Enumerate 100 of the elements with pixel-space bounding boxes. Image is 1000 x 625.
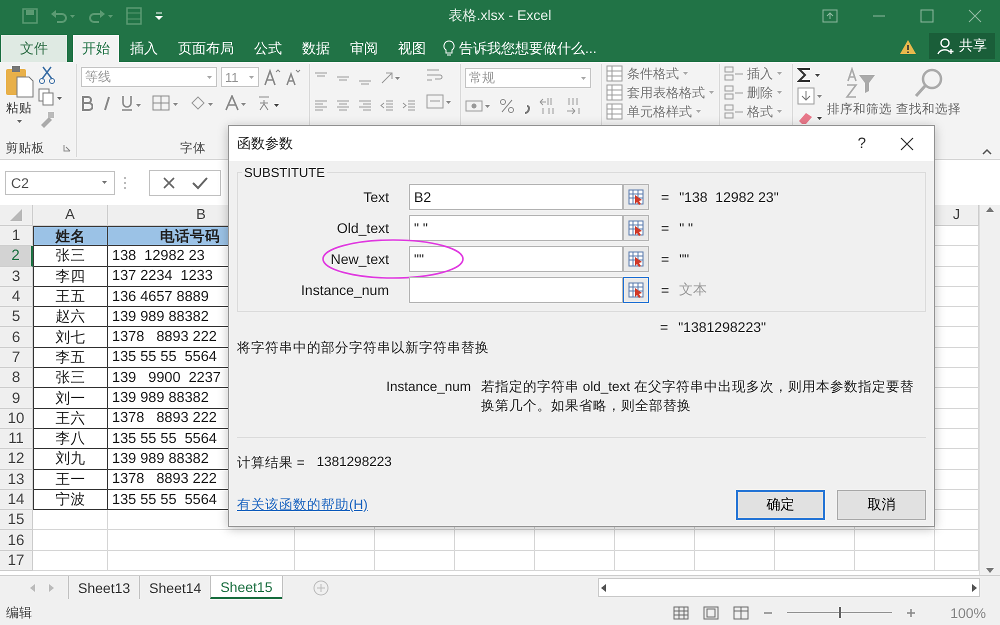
ribbon-display-icon[interactable] <box>822 9 838 23</box>
argument-label: Old_text <box>336 220 390 236</box>
maximize-icon[interactable] <box>920 9 934 23</box>
row-header[interactable]: 4 <box>0 286 33 308</box>
row-header[interactable]: 11 <box>0 428 33 450</box>
row-header[interactable]: 7 <box>0 348 33 368</box>
zoom-thumb[interactable] <box>838 607 841 618</box>
style-command[interactable]: 条件格式 <box>606 64 715 83</box>
row-header[interactable]: 14 <box>0 490 33 510</box>
row-header[interactable]: 6 <box>0 327 33 348</box>
row-header[interactable]: 1 <box>0 226 33 246</box>
collapse-ribbon-icon[interactable] <box>982 148 992 155</box>
row-header[interactable]: 5 <box>0 307 33 328</box>
ribbon-tab[interactable]: 数据 <box>293 35 339 62</box>
currency-icon[interactable] <box>465 98 491 114</box>
increase-indent-icon[interactable] <box>402 99 416 113</box>
row-header[interactable]: 3 <box>0 266 33 287</box>
dialog-button[interactable]: 取消 <box>837 490 926 520</box>
ribbon-tab[interactable]: 页面布局 <box>169 35 243 62</box>
ribbon-tab[interactable]: 开始 <box>73 35 119 62</box>
italic-icon[interactable] <box>102 95 112 111</box>
decrease-indent-icon[interactable] <box>380 99 394 113</box>
tell-me-field[interactable]: 告诉我您想要做什么... <box>459 40 597 58</box>
ribbon-tab[interactable]: 审阅 <box>341 35 387 62</box>
select-all-icon[interactable] <box>9 208 23 222</box>
align-right-icon[interactable] <box>358 99 372 113</box>
grow-font-icon[interactable] <box>263 68 281 86</box>
find-select-button[interactable]: 查找和选择 <box>896 64 961 157</box>
row-header[interactable]: 12 <box>0 449 33 470</box>
warning-icon[interactable] <box>899 39 917 55</box>
ribbon-tab[interactable]: 公式 <box>245 35 291 62</box>
row-header[interactable]: 10 <box>0 408 33 429</box>
cancel-icon[interactable] <box>162 176 176 190</box>
row-header[interactable]: 2 <box>0 246 33 267</box>
ribbon-tab[interactable]: 视图 <box>389 35 435 62</box>
argument-field[interactable]: " " <box>409 215 623 241</box>
row-header[interactable]: 15 <box>0 510 33 530</box>
scroll-right-icon[interactable] <box>969 582 979 592</box>
phonetic-icon[interactable] <box>257 94 281 112</box>
font-color-icon[interactable] <box>224 95 248 111</box>
previous-sheet-icon[interactable] <box>30 584 36 592</box>
undo-icon[interactable] <box>50 8 76 24</box>
align-center-icon[interactable] <box>336 99 350 113</box>
cells-command[interactable]: 插入 <box>724 64 788 83</box>
cells-command[interactable]: 格式 <box>724 102 788 121</box>
percent-icon[interactable] <box>499 98 515 114</box>
close-icon[interactable] <box>900 136 914 150</box>
check-icon[interactable] <box>192 176 208 190</box>
cells-command[interactable]: 删除 <box>724 83 788 102</box>
range-select-button[interactable] <box>623 246 649 272</box>
column-header[interactable]: J <box>935 205 979 226</box>
form-icon[interactable] <box>126 7 142 25</box>
row-header[interactable]: 8 <box>0 368 33 388</box>
ribbon-tab[interactable]: 文件 <box>1 35 67 62</box>
ribbon-tab[interactable]: 插入 <box>121 35 167 62</box>
redo-icon[interactable] <box>88 8 114 24</box>
dialog-button[interactable]: 确定 <box>736 490 825 520</box>
table-cell: 刘九 <box>33 449 108 470</box>
share-button[interactable]: 共享 <box>929 33 995 59</box>
fill-color-icon[interactable] <box>189 95 215 111</box>
bold-icon[interactable] <box>81 95 93 111</box>
argument-field[interactable]: B2 <box>409 184 623 210</box>
shrink-font-icon[interactable] <box>285 68 301 86</box>
zoom-in-icon[interactable] <box>906 608 916 618</box>
save-icon[interactable] <box>22 8 38 24</box>
fill-down-icon[interactable] <box>797 87 823 105</box>
scroll-left-icon[interactable] <box>599 582 609 592</box>
new-sheet-icon[interactable] <box>312 580 329 596</box>
range-select-button[interactable] <box>623 184 649 210</box>
sum-icon[interactable] <box>797 67 823 83</box>
customize-icon[interactable] <box>154 11 164 21</box>
row-header[interactable]: 16 <box>0 530 33 551</box>
help-button[interactable]: ? <box>858 135 866 152</box>
borders-icon[interactable] <box>152 95 180 111</box>
underline-icon[interactable] <box>121 95 143 111</box>
merge-icon[interactable] <box>426 94 452 110</box>
row-header[interactable]: 9 <box>0 388 33 409</box>
argument-field[interactable]: "" <box>409 246 623 272</box>
lightbulb-icon[interactable] <box>443 40 455 58</box>
column-header[interactable]: A <box>33 205 108 226</box>
dialog-launcher-icon[interactable] <box>62 144 70 152</box>
style-command[interactable]: 套用表格格式 <box>606 83 715 102</box>
row-header[interactable]: 13 <box>0 470 33 490</box>
normal-view-icon[interactable] <box>673 606 690 620</box>
range-select-button[interactable] <box>623 215 649 241</box>
align-left-icon[interactable] <box>314 99 328 113</box>
paste-button[interactable]: 粘贴 <box>4 64 34 139</box>
argument-field[interactable] <box>409 277 623 303</box>
horizontal-scrollbar[interactable] <box>598 578 980 597</box>
range-select-button[interactable] <box>623 277 649 303</box>
page-break-icon[interactable] <box>733 606 750 620</box>
sheet-tab[interactable]: Sheet15 <box>210 576 282 599</box>
style-command[interactable]: 单元格样式 <box>606 102 715 121</box>
page-layout-icon[interactable] <box>703 606 720 620</box>
next-sheet-icon[interactable] <box>48 584 54 592</box>
orientation-icon[interactable] <box>380 71 402 85</box>
name-box[interactable]: C2 <box>5 170 115 194</box>
cut-icon[interactable] <box>38 66 56 84</box>
row-header[interactable]: 17 <box>0 550 33 572</box>
copy-icon[interactable] <box>38 88 64 106</box>
